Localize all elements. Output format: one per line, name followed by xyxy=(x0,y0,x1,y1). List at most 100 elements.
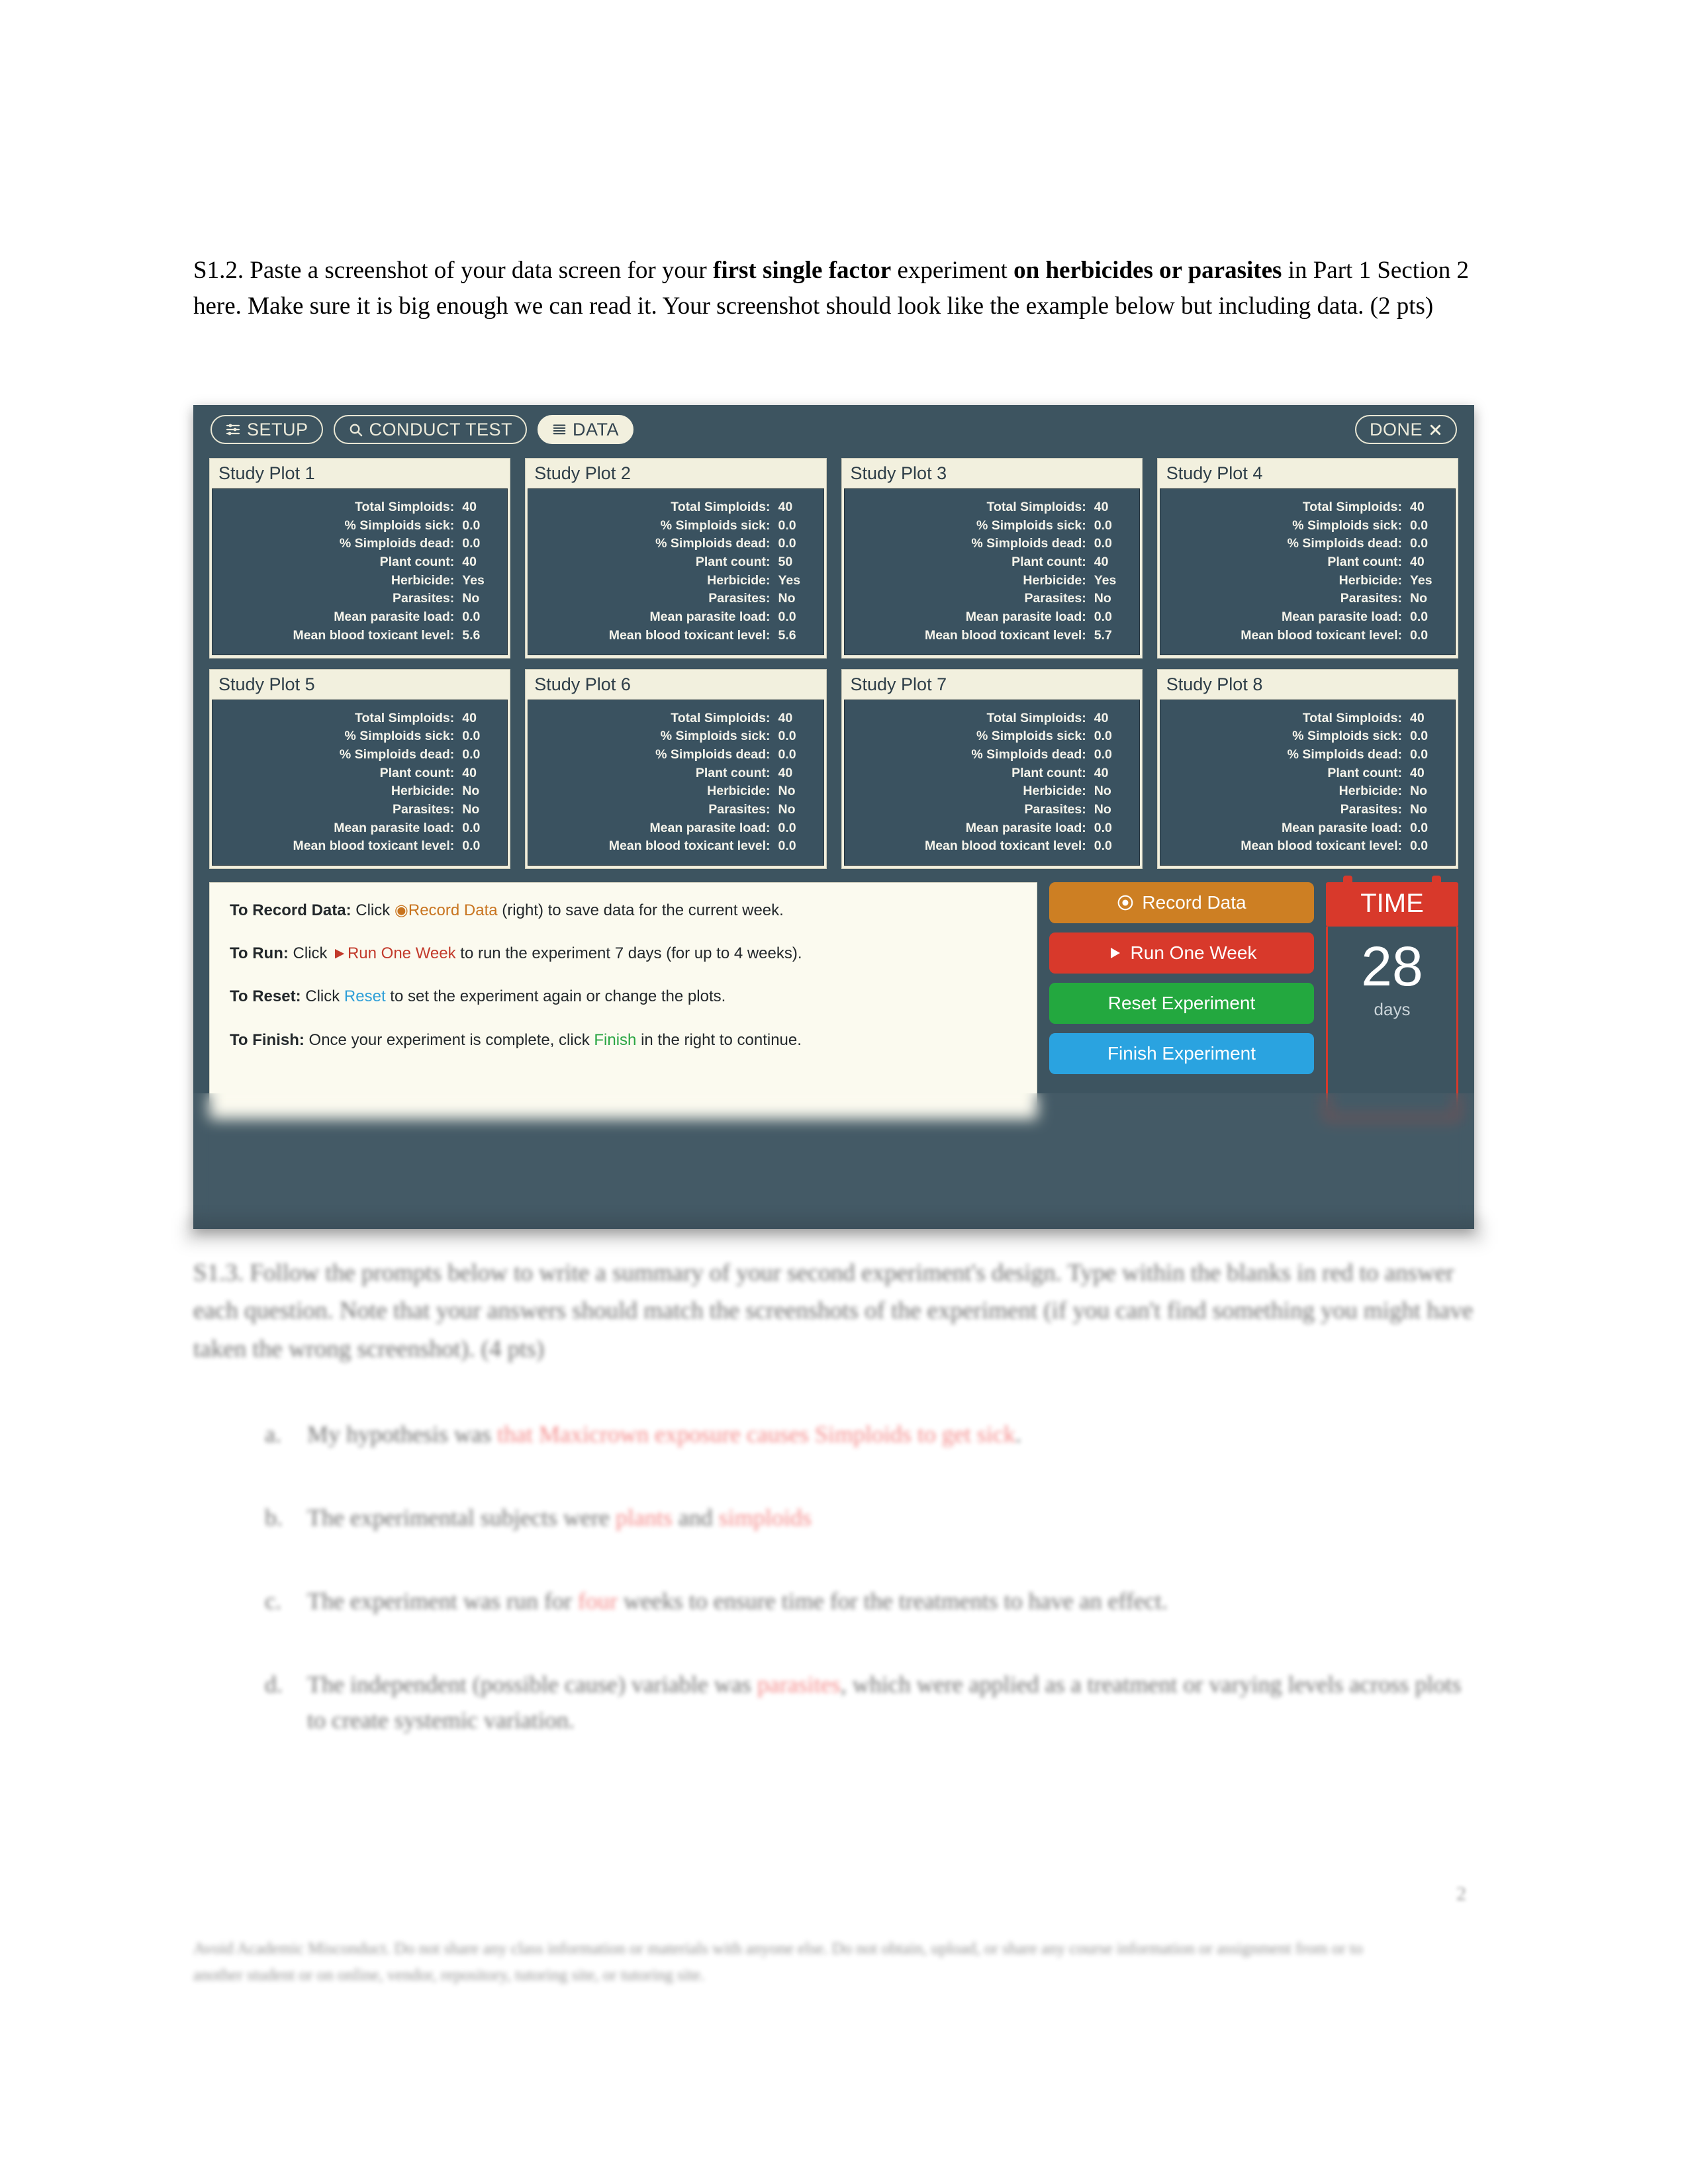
tab-data-label: DATA xyxy=(573,419,620,439)
stat-row: Herbicide: Yes xyxy=(850,572,1129,590)
question-marker: a. xyxy=(265,1421,281,1447)
blurred-paragraph: S1.3. Follow the prompts below to write … xyxy=(193,1259,1474,1363)
prompt-segment-bold: on herbicides or parasites xyxy=(1013,257,1282,284)
done-button-label: DONE xyxy=(1369,419,1423,439)
question-item: d. The independent (possible cause) varia… xyxy=(265,1666,1476,1738)
done-button[interactable]: DONE xyxy=(1354,415,1457,444)
question-item: b. The experimental subjects were plants … xyxy=(265,1500,1476,1535)
stat-label: % Simploids sick: xyxy=(976,729,1086,744)
stat-value: 0.0 xyxy=(1094,839,1112,854)
tab-conduct-test[interactable]: CONDUCT TEST xyxy=(333,415,528,444)
finish-experiment-button-label: Finish Experiment xyxy=(1107,1043,1256,1064)
question-stem: My hypothesis was xyxy=(307,1421,497,1447)
question-marker: b. xyxy=(265,1504,283,1531)
study-plot-stats: Total Simploids: 40% Simploids sick: 0.0% … xyxy=(843,699,1140,866)
stat-value: 40 xyxy=(778,710,793,725)
question-tail: weeks to ensure time for the treatments … xyxy=(617,1588,1168,1614)
study-plot-title: Study Plot 8 xyxy=(1166,674,1263,694)
stat-row: Herbicide: No xyxy=(850,782,1129,801)
time-value: 28 xyxy=(1361,935,1423,997)
stat-row: Mean blood toxicant level: 0.0 xyxy=(534,837,812,856)
stat-row: Parasites: No xyxy=(850,590,1129,608)
study-plot-card[interactable]: Study Plot 5 Total Simploids: 40% Simploid… xyxy=(209,668,511,869)
record-data-button[interactable]: Record Data xyxy=(1049,882,1314,923)
stat-row: Plant count: 40 xyxy=(218,764,496,783)
record-icon xyxy=(1117,894,1134,911)
tab-setup[interactable]: SETUP xyxy=(211,415,323,444)
stat-row: Mean blood toxicant level: 5.7 xyxy=(850,627,1129,645)
study-plot-card[interactable]: Study Plot 7 Total Simploids: 40% Simploid… xyxy=(841,668,1143,869)
stat-label: % Simploids dead: xyxy=(971,536,1086,551)
stat-label: Herbicide: xyxy=(391,784,455,799)
stat-label: Total Simploids: xyxy=(986,710,1086,725)
reset-experiment-button-label: Reset Experiment xyxy=(1107,993,1256,1013)
study-plot-grid: Study Plot 1 Total Simploids: 40% Simploid… xyxy=(193,454,1474,869)
stat-value: No xyxy=(1094,801,1111,817)
study-plot-title: Study Plot 4 xyxy=(1166,463,1263,483)
study-plot-card[interactable]: Study Plot 3 Total Simploids: 40 % Simploid… xyxy=(841,458,1143,659)
stat-value: 0.0 xyxy=(1094,610,1112,625)
stat-row: Total Simploids: 40 xyxy=(218,498,496,517)
instruction-run-label: To Run: xyxy=(230,944,289,963)
reset-experiment-button[interactable]: Reset Experiment xyxy=(1049,983,1314,1024)
stat-label: Herbicide: xyxy=(391,572,455,588)
stat-value: 0.0 xyxy=(462,518,481,533)
stat-value: 0.0 xyxy=(1410,729,1429,744)
study-plot-title: Study Plot 7 xyxy=(850,674,947,694)
stat-value: 40 xyxy=(1410,710,1425,725)
instruction-record-pre: Click xyxy=(351,901,395,919)
instruction-reset-pre: Click xyxy=(301,987,344,1006)
stat-value: 40 xyxy=(462,710,477,725)
stat-value: 0.0 xyxy=(462,536,481,551)
run-one-week-button[interactable]: Run One Week xyxy=(1049,933,1314,974)
study-plot-stats: Total Simploids: 40% Simploids sick: 0.0% … xyxy=(528,488,824,655)
study-plot-card[interactable]: Study Plot 1 Total Simploids: 40 % Simploid… xyxy=(209,458,511,659)
instruction-record: To Record Data: Click ◉Record Data (righ… xyxy=(230,900,1017,921)
study-plot-title: Study Plot 6 xyxy=(534,674,631,694)
stat-label: % Simploids dead: xyxy=(1287,536,1402,551)
study-plot-card[interactable]: Study Plot 8 Total Simploids: 40% Simploid… xyxy=(1156,668,1458,869)
tab-data[interactable]: DATA xyxy=(538,415,634,444)
stat-label: Total Simploids: xyxy=(671,500,771,514)
stat-row: Mean blood toxicant level: 5.6 xyxy=(218,627,496,645)
stat-label: Mean parasite load: xyxy=(649,610,771,625)
stat-row: Herbicide: Yes xyxy=(1166,572,1444,590)
search-icon xyxy=(348,422,363,437)
stat-value: 0.0 xyxy=(1410,610,1429,625)
instruction-record-post: (right) to save data for the current wee… xyxy=(497,901,784,919)
question-stem: The experimental subjects were xyxy=(307,1504,616,1531)
instruction-reset-accent: Reset xyxy=(344,987,386,1006)
stat-value: 40 xyxy=(1094,555,1109,570)
stat-value: 40 xyxy=(778,500,793,514)
study-plot-stats: Total Simploids: 40% Simploids sick: 0.0% … xyxy=(212,699,508,866)
question-answer: parasites xyxy=(757,1671,841,1698)
stat-row: Mean parasite load: 0.0 xyxy=(1166,819,1444,838)
stat-value: 0.0 xyxy=(778,839,796,854)
stat-value: No xyxy=(1410,784,1427,799)
play-icon xyxy=(1107,945,1123,961)
stat-label: Total Simploids: xyxy=(355,500,455,514)
study-plot-title: Study Plot 3 xyxy=(850,463,947,483)
stat-value: Yes xyxy=(462,572,485,588)
study-plot-stats: Total Simploids: 40% Simploids sick: 0.0% … xyxy=(1159,699,1456,866)
stat-row: Mean parasite load: 0.0 xyxy=(1166,608,1444,627)
study-plot-card[interactable]: Study Plot 4 Total Simploids: 40 % Simploid… xyxy=(1156,458,1458,659)
stat-row: % Simploids sick: 0.0 xyxy=(218,727,496,746)
stat-value: 0.0 xyxy=(1410,627,1429,643)
stat-value: 5.6 xyxy=(778,627,796,643)
stat-label: Herbicide: xyxy=(1338,784,1402,799)
simulator-controls: To Record Data: Click ◉Record Data (righ… xyxy=(193,876,1474,1119)
simulator-window: SETUP CONDUCT TEST DATA DONE Study Plot … xyxy=(193,405,1474,1229)
instruction-finish-post: in the right to continue. xyxy=(636,1030,802,1049)
study-plot-card[interactable]: Study Plot 6 Total Simploids: 40% Simploid… xyxy=(525,668,827,869)
stat-row: Parasites: No xyxy=(218,801,496,819)
instruction-finish-label: To Finish: xyxy=(230,1030,305,1049)
stat-label: Plant count: xyxy=(695,555,771,570)
study-plot-card[interactable]: Study Plot 2 Total Simploids: 40 % Simploid… xyxy=(525,458,827,659)
stat-label: Mean blood toxicant level: xyxy=(1241,839,1402,854)
finish-experiment-button[interactable]: Finish Experiment xyxy=(1049,1033,1314,1074)
prompt-segment: S1.2. Paste a screenshot of your data sc… xyxy=(193,257,713,284)
stat-value: 0.0 xyxy=(1094,820,1112,835)
instruction-reset: To Reset: Click Reset to set the experim… xyxy=(230,986,1017,1007)
stat-row: Parasites: No xyxy=(218,590,496,608)
